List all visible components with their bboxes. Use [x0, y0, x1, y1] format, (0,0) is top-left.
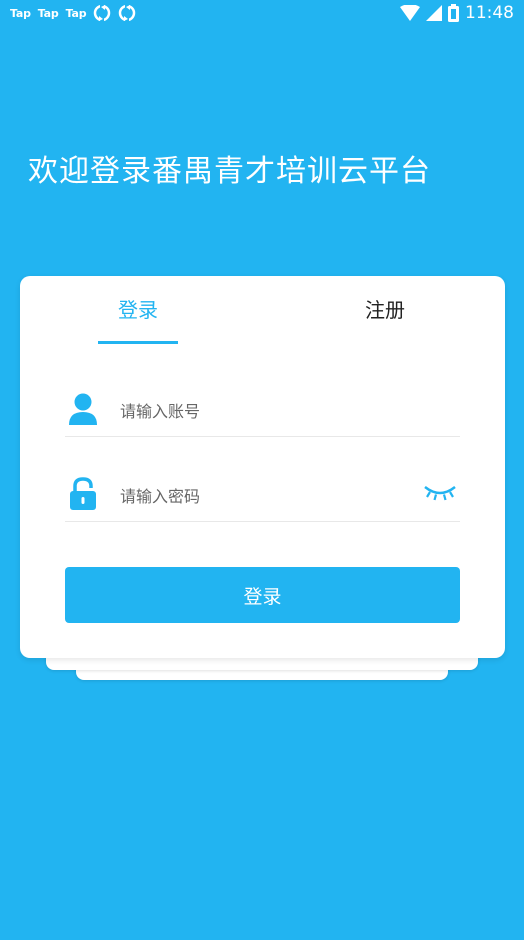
system-tray: 11:48 [400, 3, 514, 23]
account-input[interactable] [120, 398, 400, 424]
notification-area: Tap Tap Tap [10, 4, 136, 22]
tab-register[interactable]: 注册 [325, 294, 445, 323]
lock-icon [70, 477, 96, 510]
page-title: 欢迎登录番禺青才培训云平台 [28, 154, 431, 189]
signal-icon [426, 5, 442, 21]
eye-closed-icon[interactable] [422, 481, 458, 503]
login-button[interactable]: 登录 [65, 567, 460, 623]
notification-tap-2: Tap [37, 6, 59, 20]
sync-icon [94, 4, 111, 22]
notification-tap-1: Tap [10, 6, 31, 20]
battery-icon [448, 4, 459, 22]
status-bar: Tap Tap Tap 11:48 [0, 0, 524, 30]
clock: 11:48 [465, 3, 514, 23]
notification-tap-3: Tap [65, 6, 87, 20]
tab-login[interactable]: 登录 [78, 294, 198, 323]
user-icon [69, 393, 97, 425]
sync-icon [119, 4, 136, 22]
login-card: 登录 注册 登录 [20, 276, 505, 658]
password-field [65, 471, 460, 522]
account-field [65, 386, 460, 437]
active-tab-indicator [98, 341, 178, 344]
wifi-icon [400, 5, 420, 21]
password-input[interactable] [120, 483, 400, 509]
